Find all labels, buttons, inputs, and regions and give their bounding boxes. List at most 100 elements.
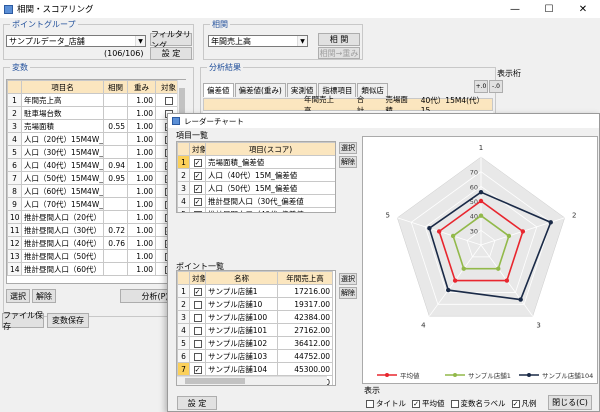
variable-weight[interactable]: 1.00 — [127, 171, 156, 185]
display-option-0[interactable]: タイトル — [366, 398, 406, 409]
tab-1[interactable]: 偏差値(重み) — [234, 83, 286, 97]
table-row[interactable]: 8 人口（60代）15M4W_2k 1.00 — [7, 184, 182, 198]
maximize-button[interactable]: ☐ — [532, 4, 566, 15]
table-row[interactable]: 14 推計昼間人口（60代） 1.00 — [7, 262, 182, 276]
variable-weight[interactable]: 1.00 — [127, 158, 156, 172]
row-number: 4 — [7, 132, 22, 146]
display-checkbox[interactable] — [450, 399, 459, 408]
filter-button[interactable]: フィルタリング — [150, 30, 192, 50]
variable-name: 年間売上高 — [21, 93, 104, 107]
radar-point — [518, 297, 523, 302]
list-item[interactable]: 7 ✓ サンプル店舗104 45300.00 — [177, 362, 333, 376]
point-checkbox[interactable]: ✓ — [193, 287, 202, 296]
variable-weight[interactable]: 1.00 — [127, 210, 156, 224]
table-row[interactable]: 12推計昼間人口（40代）0.761.00✓ — [7, 236, 182, 250]
radar-set-button[interactable]: 設 定 — [177, 396, 217, 410]
variable-weight[interactable]: 1.00 — [127, 184, 156, 198]
point-checkbox[interactable]: ✓ — [193, 365, 202, 374]
radar-tick-label: 60 — [470, 183, 478, 191]
list-item[interactable]: 1 ✓ 売場面積_偏差値 — [177, 155, 335, 169]
display-option-1[interactable]: ✓ 平均値 — [412, 398, 445, 409]
table-row[interactable]: 7人口（50代）15M4W_2k0.951.00✓ — [7, 171, 182, 185]
variable-weight[interactable]: 1.00 — [127, 106, 156, 120]
close-button[interactable]: ✕ — [566, 4, 600, 15]
correlate-button[interactable]: 相 関 — [318, 33, 360, 46]
point-checkbox[interactable] — [193, 300, 202, 309]
items-clear-button[interactable]: 解除 — [339, 156, 357, 168]
table-row[interactable]: 2 駐車場台数 1.00 — [7, 106, 182, 120]
correlation-select[interactable]: 年間売上高 ▼ — [208, 35, 308, 47]
legend-marker — [453, 373, 457, 377]
decrease-digits-button[interactable]: -.0 — [489, 80, 503, 93]
variable-weight[interactable]: 1.00 — [127, 236, 156, 250]
display-option-3[interactable]: ✓ 凡例 — [511, 398, 537, 409]
list-item[interactable]: 6 サンプル店舗103 44752.00 — [177, 349, 333, 363]
display-checkbox[interactable]: ✓ — [511, 399, 520, 408]
items-select-button[interactable]: 選択 — [339, 142, 357, 154]
variable-weight[interactable]: 1.00 — [127, 145, 156, 159]
radar-close-button[interactable]: 閉じる(C) — [548, 395, 592, 410]
item-checkbox[interactable]: ✓ — [193, 197, 202, 206]
point-checkbox[interactable] — [193, 352, 202, 361]
list-item[interactable]: 3 ✓ 人口（50代）15M_偏差値 — [177, 181, 335, 195]
point-group-label: ポイントグループ — [10, 19, 78, 30]
table-row[interactable]: 3売場面積0.551.00✓ — [7, 119, 182, 133]
table-row[interactable]: 4 人口（20代）15M4W_2k 1.00 — [7, 132, 182, 146]
table-row[interactable]: 11推計昼間人口（30代）0.721.00✓ — [7, 223, 182, 237]
list-item[interactable]: 2 ✓ 人口（40代）15M_偏差値 — [177, 168, 335, 182]
point-target-cell — [189, 310, 206, 324]
point-checkbox[interactable] — [193, 339, 202, 348]
variable-name: 推計昼間人口（20代） — [21, 210, 104, 224]
tab-0[interactable]: 偏差値 — [203, 83, 234, 97]
points-select-button[interactable]: 選択 — [339, 273, 357, 285]
variable-weight[interactable]: 1.00 — [127, 249, 156, 263]
variable-weight[interactable]: 1.00 — [127, 262, 156, 276]
item-checkbox[interactable]: ✓ — [193, 184, 202, 193]
radar-app-icon — [172, 117, 180, 125]
variable-weight[interactable]: 1.00 — [127, 93, 156, 107]
increase-digits-button[interactable]: +.0 — [474, 80, 488, 93]
points-h-scrollbar[interactable] — [177, 376, 327, 385]
table-row[interactable]: 1 年間売上高 1.00 — [7, 93, 182, 107]
table-row[interactable]: 10 推計昼間人口（20代） 1.00 — [7, 210, 182, 224]
table-row[interactable]: 9 人口（70代）15M4W_2k 1.00 — [7, 197, 182, 211]
radar-axis-label: 4 — [421, 321, 426, 329]
table-row[interactable]: 13 推計昼間人口（50代） 1.00 — [7, 249, 182, 263]
variable-name: 売場面積 — [21, 119, 104, 133]
target-checkbox[interactable] — [164, 96, 173, 105]
variable-weight[interactable]: 1.00 — [127, 119, 156, 133]
variable-weight[interactable]: 1.00 — [127, 223, 156, 237]
list-item[interactable]: 2 サンプル店舗10 19317.00 — [177, 297, 333, 311]
table-row[interactable]: 5 人口（30代）15M4W_2k 1.00 — [7, 145, 182, 159]
points-h-scroll-thumb[interactable] — [185, 378, 245, 384]
variable-weight[interactable]: 1.00 — [127, 197, 156, 211]
corr-to-weight-button[interactable]: 相関→重み — [318, 47, 360, 59]
set-button[interactable]: 設 定 — [150, 47, 192, 60]
point-checkbox[interactable] — [193, 313, 202, 322]
item-checkbox[interactable]: ✓ — [193, 210, 202, 212]
display-checkbox[interactable]: ✓ — [412, 399, 420, 408]
list-item[interactable]: 3 サンプル店舗100 42384.00 — [177, 310, 333, 324]
list-item[interactable]: 4 ✓ 推計昼間人口（30代_偏差値 — [177, 194, 335, 208]
variable-weight[interactable]: 1.00 — [127, 132, 156, 146]
points-header-2: 名称 — [205, 271, 278, 285]
list-item[interactable]: 5 サンプル店舗102 36412.00 — [177, 336, 333, 350]
variables-select-button[interactable]: 選択 — [6, 289, 30, 303]
points-clear-button[interactable]: 解除 — [339, 287, 357, 299]
file-save-button[interactable]: ファイル保存 — [2, 311, 44, 331]
item-checkbox[interactable]: ✓ — [193, 171, 202, 180]
display-option-2[interactable]: 変数名ラベル — [450, 398, 506, 409]
item-target-cell: ✓ — [189, 155, 206, 169]
list-item[interactable]: 1 ✓ サンプル店舗1 17216.00 — [177, 284, 333, 298]
table-row[interactable]: 6人口（40代）15M4W_2k0.941.00✓ — [7, 158, 182, 172]
variable-save-button[interactable]: 変数保存 — [47, 313, 89, 328]
variables-clear-button[interactable]: 解除 — [32, 289, 56, 303]
list-item[interactable]: 5✓推計昼間人口（40代_偏差値 — [177, 207, 335, 212]
point-group-select[interactable]: サンプルデータ_店舗 ▼ — [6, 35, 146, 47]
display-checkbox[interactable] — [366, 399, 374, 408]
item-checkbox[interactable]: ✓ — [193, 158, 202, 167]
minimize-button[interactable]: — — [498, 4, 532, 15]
radar-point — [478, 190, 484, 195]
point-checkbox[interactable] — [193, 326, 202, 335]
list-item[interactable]: 4 サンプル店舗101 27162.00 — [177, 323, 333, 337]
